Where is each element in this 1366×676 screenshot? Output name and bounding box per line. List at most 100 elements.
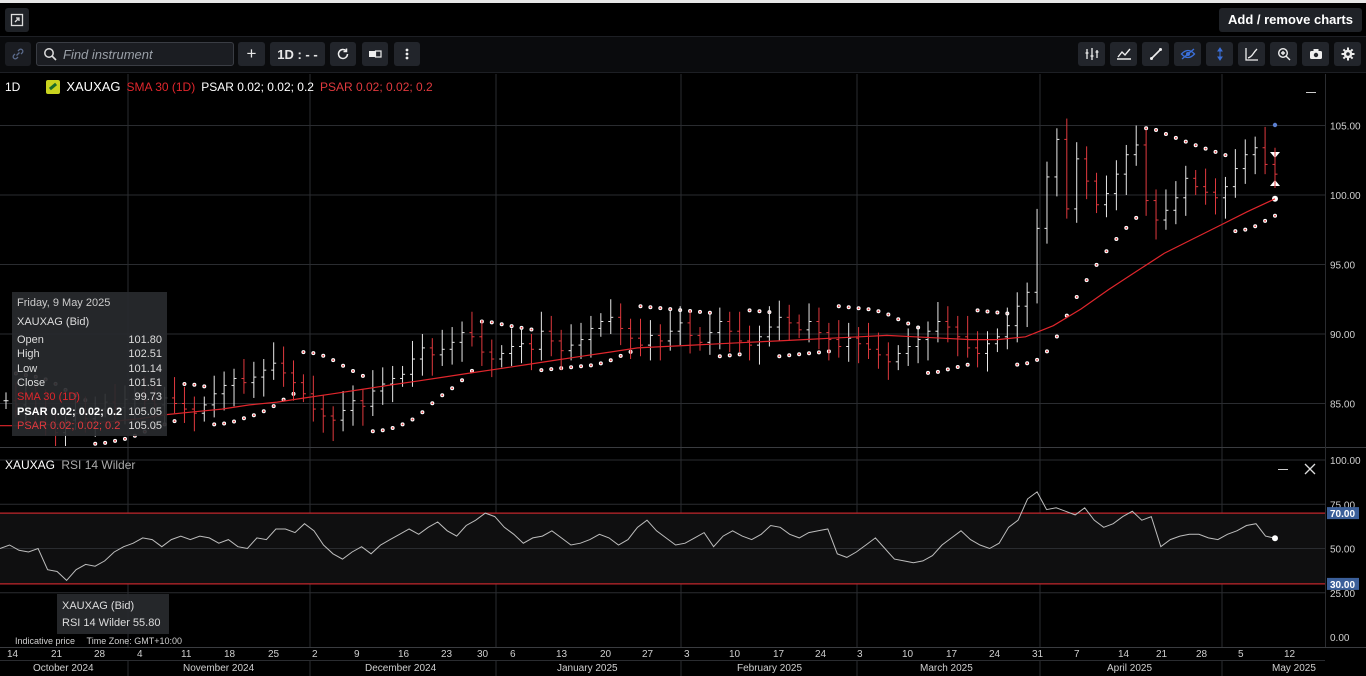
time-day-label: 24 (815, 649, 827, 660)
ohlc-bar (231, 368, 237, 407)
top-border (0, 0, 1366, 3)
tooltip-row-value: 101.14 (128, 362, 162, 375)
rsi-close-icon[interactable] (1303, 462, 1317, 476)
psar-dot (172, 419, 177, 424)
psar-label-1[interactable]: PSAR 0.02; 0.02; 0.2 (201, 80, 314, 94)
symbol-label[interactable]: XAUXAG (66, 79, 120, 94)
settings-icon[interactable] (1334, 42, 1361, 66)
psar-dot-inner (808, 352, 810, 355)
time-day-label: 14 (1118, 649, 1130, 660)
time-day-label: 9 (354, 649, 360, 660)
ohlc-bar (459, 321, 465, 362)
psar-dot-inner (114, 439, 116, 442)
time-day-label: 28 (1196, 649, 1208, 660)
psar-dot (727, 353, 732, 358)
psar-dot (926, 370, 931, 375)
ohlc-bar (727, 311, 733, 353)
psar-dot (906, 321, 911, 326)
ohlc-bar (409, 340, 415, 387)
draw-icon[interactable] (1142, 42, 1169, 66)
link-icon[interactable] (5, 42, 31, 66)
psar-dot-inner (1135, 217, 1138, 219)
psar-dot (1015, 362, 1020, 367)
rsi-last-point (1272, 535, 1278, 542)
curve-icon[interactable] (1238, 42, 1265, 66)
time-day-label: 3 (684, 649, 690, 660)
psar-dot-inner (183, 383, 186, 385)
ohlc-bar (479, 320, 485, 366)
psar-dot (638, 304, 643, 309)
price-chart[interactable]: 105.00100.0095.0090.0085.00 100.0075.005… (0, 74, 1366, 676)
rsi-name[interactable]: RSI 14 Wilder (61, 458, 135, 472)
psar-dot (648, 305, 653, 310)
expand-icon[interactable] (5, 8, 29, 32)
psar-dot-inner (897, 318, 900, 321)
camera-icon[interactable] (1302, 42, 1329, 66)
plus-icon[interactable]: + (238, 42, 265, 66)
ohlc-bar (1054, 128, 1060, 197)
ohlc-bar (1222, 176, 1228, 219)
psar-dot-inner (986, 310, 989, 313)
ohlc-bar (846, 322, 852, 362)
ohlc-bar (657, 324, 663, 361)
psar-dot (1074, 294, 1079, 299)
psar-dot (965, 362, 970, 367)
draw-icon-svg (1149, 48, 1162, 60)
refresh-icon[interactable] (330, 42, 356, 66)
ohlc-bar (984, 331, 990, 372)
chart-legend: 1D XAUXAG SMA 30 (1D) PSAR 0.02; 0.02; 0… (5, 79, 433, 94)
psar-dot-inner (203, 385, 206, 388)
layout-icon[interactable] (362, 42, 388, 66)
psar-dot-inner (1016, 363, 1019, 366)
search-input[interactable] (63, 46, 223, 62)
psar-dot-inner (887, 313, 890, 316)
sma-label[interactable]: SMA 30 (1D) (127, 80, 196, 94)
psar-dot (509, 324, 514, 329)
psar-dot (995, 310, 1000, 315)
ohlc-bar (1232, 149, 1238, 198)
psar-dot (618, 353, 623, 358)
psar-dot (1124, 225, 1129, 230)
psar-dot (1163, 131, 1168, 136)
add-remove-charts-button[interactable]: Add / remove charts (1219, 8, 1362, 32)
time-day-label: 17 (946, 649, 958, 660)
time-day-label: 17 (773, 649, 785, 660)
rsi-symbol[interactable]: XAUXAG (5, 458, 55, 472)
ohlc-bar (915, 325, 921, 364)
ohlc-bar (945, 306, 951, 343)
chart-type-icon[interactable] (1110, 42, 1137, 66)
rsi-minimize-icon[interactable] (1278, 469, 1288, 470)
price-tick-label: 105.00 (1330, 122, 1361, 133)
ohlc-bar (836, 320, 842, 358)
more-vert-icon[interactable] (394, 42, 420, 66)
psar-label-2[interactable]: PSAR 0.02; 0.02; 0.2 (320, 80, 433, 94)
psar-dot-inner (173, 420, 176, 423)
visibility-icon[interactable] (1174, 42, 1201, 66)
psar-dot-inner (223, 422, 226, 425)
interval-selector[interactable]: 1D : - - (270, 42, 325, 66)
price-axis: 105.00 100.00 95.00 90.00 85.00 (1330, 122, 1361, 411)
ohlc-bar (191, 396, 197, 432)
psar-dot (1114, 236, 1119, 241)
psar-dot-inner (1184, 140, 1187, 143)
psar-dot-inner (738, 353, 741, 356)
ohlc-bar (360, 389, 366, 426)
psar-dot (499, 322, 504, 327)
crosshair-icon-svg (1216, 47, 1223, 61)
find-instrument-search[interactable] (36, 42, 234, 66)
ohlc-bar (806, 303, 812, 343)
ohlc-bar (975, 331, 981, 368)
psar-dot-inner (788, 354, 791, 357)
psar-dot-inner (550, 368, 553, 371)
time-month-label: December 2024 (365, 663, 437, 674)
psar-dot-inner (233, 420, 235, 423)
indicators-icon[interactable] (1078, 42, 1105, 66)
ohlc-bar (1133, 125, 1139, 166)
curve-icon-svg (1244, 48, 1258, 61)
zoom-icon[interactable] (1270, 42, 1297, 66)
ohlc-bar (925, 321, 931, 361)
psar-dot-inner (778, 355, 781, 358)
crosshair-icon[interactable] (1206, 42, 1233, 66)
price-panel-minimize-icon[interactable] (1306, 92, 1316, 93)
psar-dot-inner (590, 364, 592, 367)
